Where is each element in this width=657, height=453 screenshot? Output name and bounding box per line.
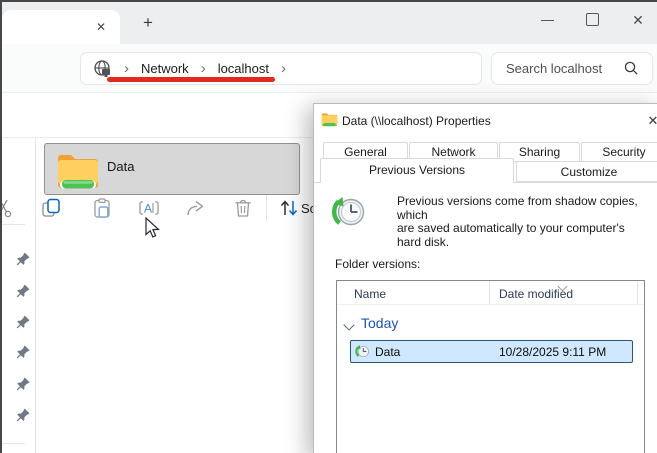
group-collapse-icon[interactable] bbox=[343, 319, 354, 330]
maximize-button[interactable] bbox=[586, 13, 599, 26]
window-close-button[interactable]: ✕ bbox=[627, 9, 649, 31]
nav-divider bbox=[35, 138, 36, 453]
search-box[interactable] bbox=[491, 52, 653, 85]
breadcrumb-chevron-icon: › bbox=[112, 62, 141, 76]
group-header-today[interactable]: Today bbox=[361, 315, 398, 331]
delete-icon[interactable] bbox=[232, 197, 254, 219]
column-divider[interactable] bbox=[637, 282, 638, 304]
cut-icon[interactable] bbox=[0, 197, 15, 219]
share-icon[interactable] bbox=[185, 197, 207, 219]
tab-customize[interactable]: Customize bbox=[516, 161, 657, 182]
pin-icon[interactable] bbox=[16, 345, 30, 359]
pin-icon[interactable] bbox=[16, 377, 30, 391]
minimize-button[interactable] bbox=[541, 20, 554, 21]
network-globe-icon bbox=[93, 59, 112, 78]
address-row: › Network › localhost › bbox=[2, 44, 657, 93]
dialog-title: Data (\\localhost) Properties bbox=[342, 114, 491, 128]
tab-security[interactable]: Security bbox=[581, 142, 657, 162]
rename-icon[interactable]: A bbox=[138, 197, 160, 219]
version-item-icon bbox=[355, 344, 370, 359]
search-icon[interactable] bbox=[623, 60, 640, 77]
paste-icon[interactable] bbox=[91, 197, 113, 219]
tab-close-icon[interactable]: ✕ bbox=[90, 18, 112, 36]
pin-icon[interactable] bbox=[16, 284, 30, 298]
dialog-close-button[interactable]: ✕ bbox=[644, 112, 657, 130]
tab-bar: ✕ + ✕ bbox=[2, 2, 657, 44]
copy-icon[interactable] bbox=[40, 197, 62, 219]
sort-icon[interactable] bbox=[278, 197, 300, 219]
version-name: Data bbox=[375, 345, 400, 359]
pin-icon[interactable] bbox=[16, 252, 30, 266]
previous-versions-icon bbox=[331, 194, 367, 230]
pin-icon[interactable] bbox=[16, 408, 30, 422]
breadcrumb-item-localhost[interactable]: localhost bbox=[218, 61, 269, 76]
dialog-folder-icon bbox=[321, 111, 338, 128]
tab-previous-versions[interactable]: Previous Versions bbox=[320, 158, 514, 183]
folder-versions-list[interactable]: Name Date modified Today bbox=[336, 280, 645, 453]
new-tab-button[interactable]: + bbox=[136, 11, 160, 35]
breadcrumb-chevron-icon: › bbox=[269, 62, 298, 76]
version-row-data[interactable]: Data 10/28/2025 9:11 PM bbox=[350, 340, 633, 363]
window-frame-left bbox=[0, 0, 2, 453]
column-header-date-modified[interactable]: Date modified bbox=[499, 287, 573, 301]
version-date-modified: 10/28/2025 9:11 PM bbox=[499, 345, 606, 359]
column-header-name[interactable]: Name bbox=[354, 287, 386, 301]
explorer-window: ✕ + ✕ › Network › localhost › bbox=[0, 0, 657, 453]
previous-versions-description: Previous versions come from shadow copie… bbox=[397, 195, 649, 249]
nav-separator bbox=[2, 224, 25, 225]
svg-text:A: A bbox=[144, 202, 152, 216]
folder-tile-data[interactable]: Data bbox=[44, 143, 300, 195]
folder-versions-label: Folder versions: bbox=[335, 257, 420, 271]
toolbar-separator bbox=[266, 195, 267, 221]
explorer-tab[interactable]: ✕ bbox=[2, 10, 120, 44]
pin-icon[interactable] bbox=[16, 315, 30, 329]
red-annotation-underline bbox=[107, 77, 275, 82]
breadcrumb-chevron-icon: › bbox=[189, 62, 218, 76]
folder-tile-label: Data bbox=[107, 159, 134, 174]
column-divider[interactable] bbox=[489, 282, 490, 304]
mouse-cursor bbox=[145, 217, 161, 239]
breadcrumb-item-network[interactable]: Network bbox=[141, 61, 189, 76]
nav-separator bbox=[2, 443, 25, 444]
list-header: Name Date modified bbox=[337, 281, 644, 305]
window-frame-top bbox=[0, 0, 657, 2]
previous-versions-pane: Previous versions come from shadow copie… bbox=[314, 182, 657, 453]
search-input[interactable] bbox=[492, 61, 623, 76]
properties-dialog: Data (\\localhost) Properties ✕ General … bbox=[313, 103, 657, 453]
folder-icon bbox=[56, 150, 100, 192]
